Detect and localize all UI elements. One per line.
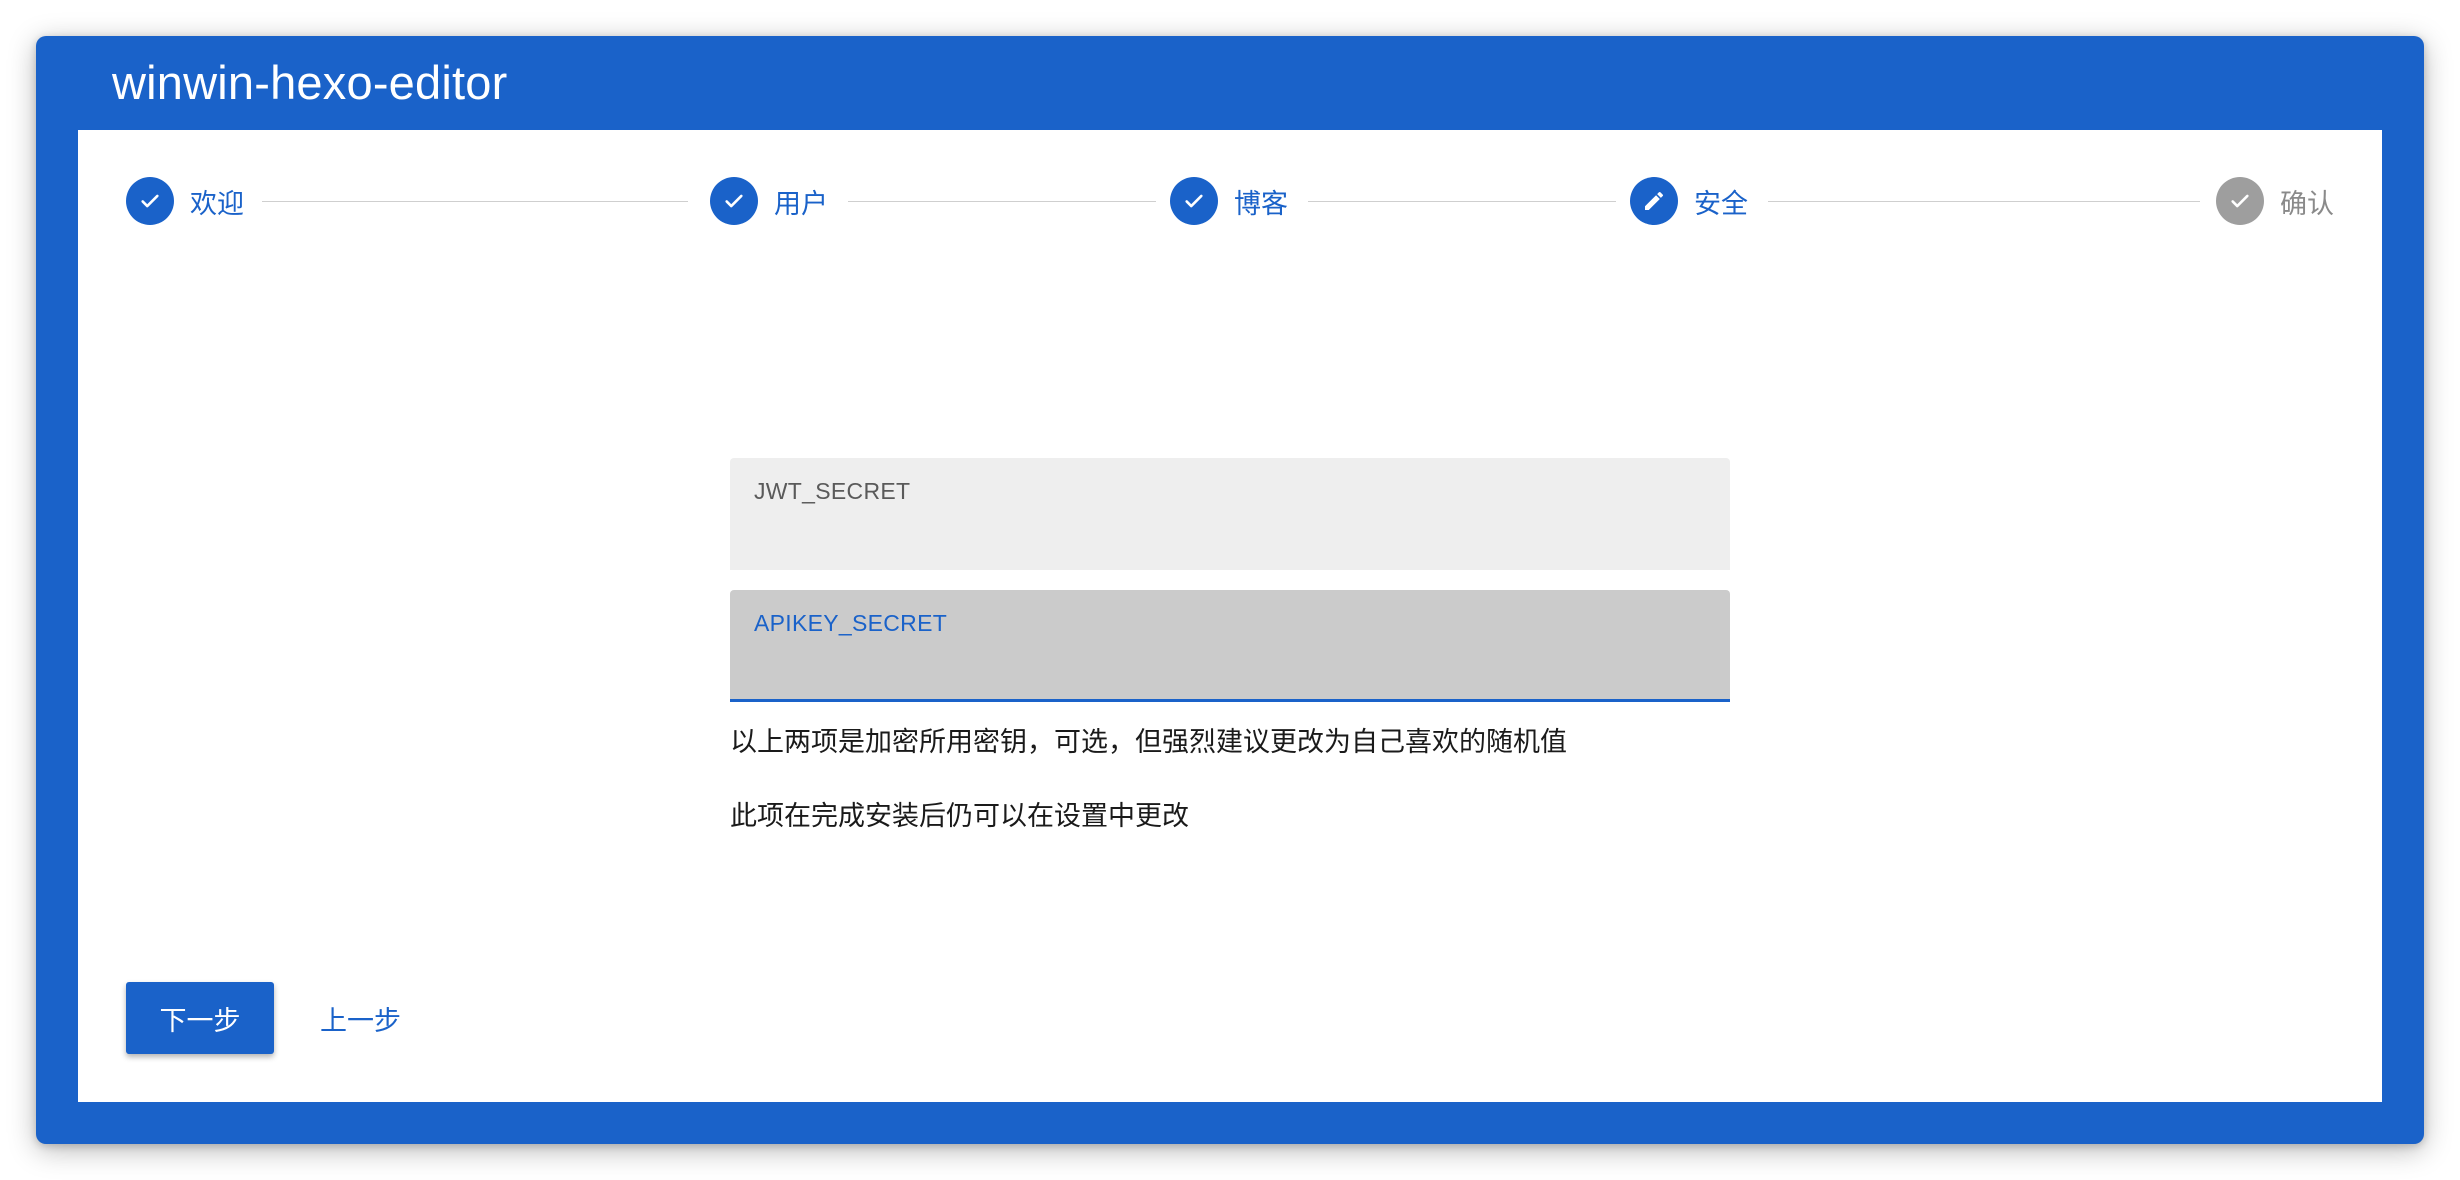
apikey-secret-field[interactable]: APIKEY_SECRET	[730, 590, 1730, 702]
apikey-secret-input[interactable]	[754, 646, 1706, 686]
step-label: 安全	[1694, 188, 1748, 220]
jwt-secret-label: JWT_SECRET	[754, 478, 911, 504]
back-button[interactable]: 上一步	[308, 982, 448, 1054]
jwt-secret-field[interactable]: JWT_SECRET	[730, 458, 1730, 570]
step-connector	[262, 201, 688, 202]
step-label: 欢迎	[190, 188, 244, 220]
hint-text-secrets: 以上两项是加密所用密钥，可选，但强烈建议更改为自己喜欢的随机值	[730, 727, 1567, 758]
step-confirm[interactable]: 确认	[2216, 176, 2334, 226]
setup-stepper: 欢迎 用户 博客 安全 确认	[126, 176, 2336, 226]
app-title: winwin-hexo-editor	[112, 56, 508, 109]
step-label: 用户	[774, 188, 828, 220]
step-label: 确认	[2280, 188, 2334, 220]
step-user[interactable]: 用户	[710, 176, 828, 226]
check-icon	[1170, 177, 1218, 225]
step-label: 博客	[1234, 188, 1288, 220]
step-connector	[1768, 201, 2200, 202]
check-icon	[126, 177, 174, 225]
check-icon	[2216, 177, 2264, 225]
jwt-secret-input[interactable]	[754, 514, 1706, 554]
next-button[interactable]: 下一步	[126, 982, 274, 1054]
app-window: winwin-hexo-editor 欢迎 用户 博客 安全 确认 JWT_SE…	[36, 36, 2424, 1144]
step-blog[interactable]: 博客	[1170, 176, 1288, 226]
step-security[interactable]: 安全	[1630, 176, 1748, 226]
check-icon	[710, 177, 758, 225]
step-welcome[interactable]: 欢迎	[126, 176, 244, 226]
setup-card: 欢迎 用户 博客 安全 确认 JWT_SECRET APIKEY_SECRET …	[78, 130, 2382, 1102]
apikey-secret-label: APIKEY_SECRET	[754, 610, 948, 636]
step-connector	[848, 201, 1156, 202]
step-connector	[1308, 201, 1616, 202]
hint-text-settings: 此项在完成安装后仍可以在设置中更改	[730, 801, 1189, 832]
pencil-icon	[1630, 177, 1678, 225]
